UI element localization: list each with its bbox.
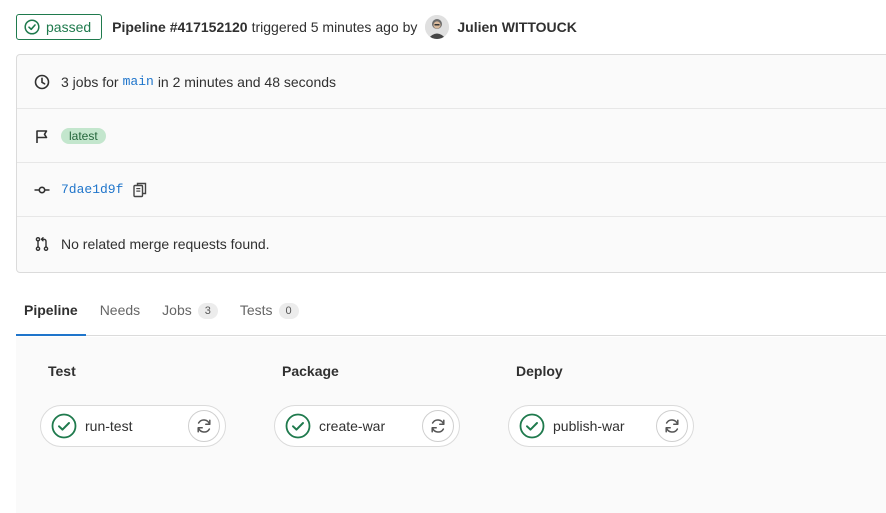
tab-tests[interactable]: Tests 0 — [232, 295, 307, 336]
merge-requests-text: No related merge requests found. — [61, 236, 270, 252]
status-badge[interactable]: passed — [16, 14, 103, 40]
check-circle-icon — [285, 413, 311, 439]
flag-icon — [33, 127, 51, 145]
jobs-prefix: 3 jobs for — [61, 73, 119, 90]
tab-label: Needs — [99, 302, 141, 318]
trigger-text: triggered 5 minutes ago by — [251, 19, 418, 35]
retry-button[interactable] — [188, 410, 220, 442]
user-avatar-icon — [425, 15, 450, 39]
pipeline-graph: Test run-test Package create-war Deploy … — [16, 337, 886, 513]
job-run-test[interactable]: run-test — [40, 405, 226, 447]
retry-button[interactable] — [656, 410, 688, 442]
job-name: publish-war — [553, 418, 625, 434]
pipeline-header: passed Pipeline #417152120 triggered 5 m… — [16, 14, 577, 40]
latest-row: latest — [17, 109, 886, 163]
job-name: create-war — [319, 418, 386, 434]
jobs-count-badge: 3 — [197, 303, 218, 319]
author-link[interactable]: Julien WITTOUCK — [457, 19, 577, 35]
retry-icon — [665, 419, 679, 433]
check-circle-icon — [519, 413, 545, 439]
job-create-war[interactable]: create-war — [274, 405, 460, 447]
job-name: run-test — [85, 418, 133, 434]
commit-row: 7dae1d9f — [17, 163, 886, 217]
stage-title: Deploy — [516, 363, 563, 379]
job-publish-war[interactable]: publish-war — [508, 405, 694, 447]
commit-sha-link[interactable]: 7dae1d9f — [61, 182, 123, 197]
branch-link[interactable]: main — [123, 74, 154, 89]
merge-request-row: No related merge requests found. — [17, 217, 886, 271]
tab-label: Pipeline — [24, 302, 78, 318]
pipeline-title: Pipeline #417152120 — [112, 19, 248, 35]
tab-jobs[interactable]: Jobs 3 — [154, 295, 226, 336]
pipeline-info-card: 3 jobs for main in 2 minutes and 48 seco… — [16, 54, 886, 273]
pipeline-tabs: Pipeline Needs Jobs 3 Tests 0 — [16, 295, 886, 336]
copy-commit-button[interactable] — [133, 182, 147, 198]
tests-count-badge: 0 — [278, 303, 299, 319]
copy-icon — [133, 182, 147, 197]
retry-icon — [431, 419, 445, 433]
status-label: passed — [46, 19, 92, 35]
tab-label: Tests — [239, 302, 273, 318]
check-circle-icon — [24, 19, 40, 35]
stage-title: Package — [282, 363, 339, 379]
tab-pipeline[interactable]: Pipeline — [16, 295, 86, 336]
duration-row: 3 jobs for main in 2 minutes and 48 seco… — [17, 55, 886, 109]
retry-icon — [197, 419, 211, 433]
latest-badge: latest — [61, 127, 106, 144]
stage-title: Test — [48, 363, 76, 379]
commit-icon — [33, 181, 51, 199]
tab-needs[interactable]: Needs — [92, 295, 148, 336]
clock-icon — [33, 73, 51, 91]
tab-label: Jobs — [162, 302, 192, 318]
retry-button[interactable] — [422, 410, 454, 442]
duration-text: in 2 minutes and 48 seconds — [157, 73, 337, 90]
avatar[interactable] — [425, 15, 450, 39]
merge-request-icon — [33, 235, 51, 253]
check-circle-icon — [51, 413, 77, 439]
